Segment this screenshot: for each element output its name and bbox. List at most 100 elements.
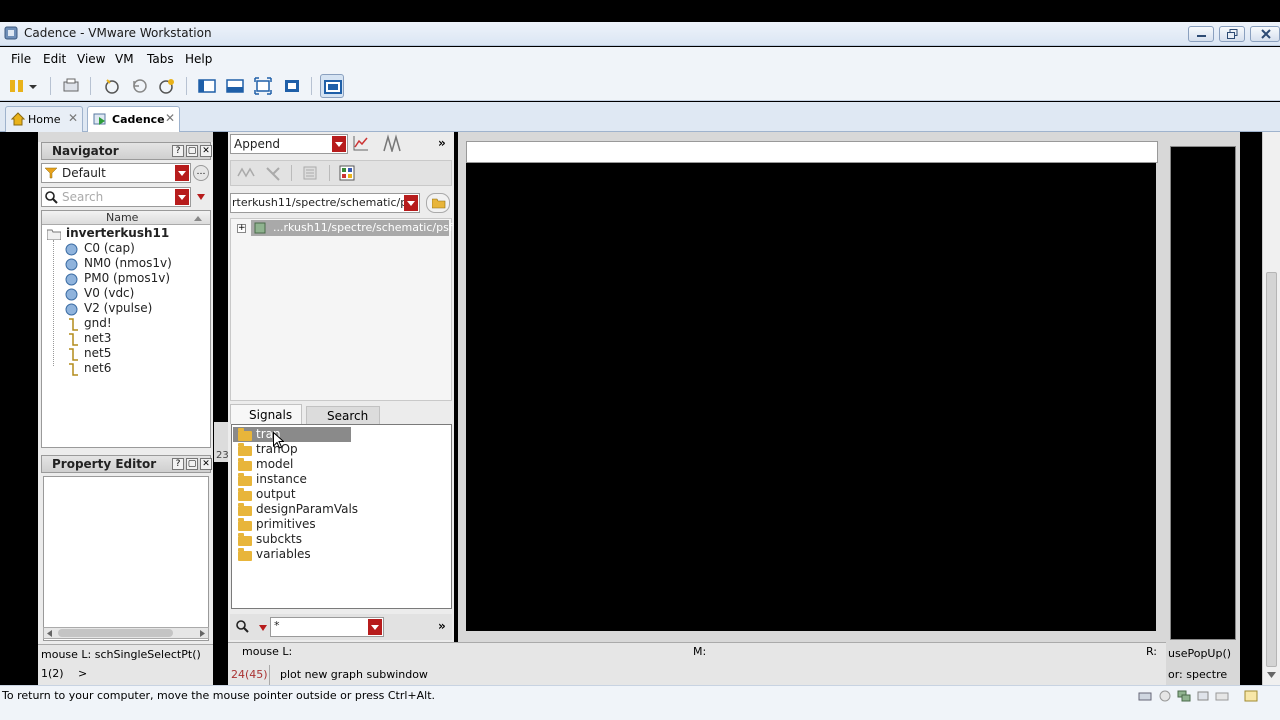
results-path-dropdown-button[interactable] — [404, 195, 418, 211]
signal-item[interactable]: subckts — [256, 532, 302, 546]
eye-diagram-icon[interactable] — [383, 134, 401, 152]
menu-tabs[interactable]: Tabs — [147, 52, 174, 66]
tab-signals-label: Signals — [249, 408, 293, 422]
scrollbar-thumb[interactable] — [58, 629, 173, 637]
search-options-icon[interactable] — [196, 193, 206, 201]
scroll-left-icon[interactable] — [46, 630, 53, 637]
message-log-icon[interactable] — [1244, 690, 1258, 702]
calculator-icon[interactable] — [265, 166, 281, 182]
tab-search[interactable]: Search — [306, 406, 380, 424]
signal-item[interactable]: primitives — [256, 517, 316, 531]
signal-item[interactable]: variables — [256, 547, 311, 561]
minimize-button[interactable] — [1188, 26, 1214, 42]
menu-file[interactable]: File — [11, 52, 31, 66]
unity-icon[interactable] — [283, 77, 301, 95]
tree-item[interactable]: net3 — [84, 331, 111, 345]
close-property-editor-icon[interactable]: ✕ — [200, 458, 212, 470]
schematic-editor-panel: Navigator ? ▢ ✕ Default … Search Name in… — [38, 132, 213, 685]
snapshot-icon[interactable] — [103, 77, 121, 95]
plot-mode-combo[interactable]: Append — [230, 134, 348, 154]
results-browser-panel: Append » rterkush11/spectre/schematic/ps… — [228, 132, 454, 685]
close-tab-cadence-icon[interactable]: ✕ — [165, 111, 175, 125]
console-view-button[interactable] — [320, 74, 344, 98]
undock-icon[interactable]: ▢ — [186, 458, 198, 470]
signal-item[interactable]: output — [256, 487, 296, 501]
restore-button[interactable] — [1219, 26, 1245, 42]
table-view-icon[interactable] — [339, 165, 355, 181]
signal-item[interactable]: instance — [256, 472, 307, 486]
property-editor-hscrollbar[interactable] — [43, 627, 209, 639]
hard-disk-icon[interactable] — [1138, 690, 1152, 702]
column-header-name[interactable]: Name — [42, 211, 210, 225]
tree-item[interactable]: V2 (vpulse) — [84, 301, 152, 315]
thumbnail-bar-icon[interactable] — [226, 77, 244, 95]
results-tree: + ...rkush11/spectre/schematic/psf — [230, 218, 453, 401]
navigator-filter-combo[interactable]: Default — [41, 163, 191, 183]
property-editor-header: Property Editor ? ▢ ✕ — [41, 455, 212, 473]
network-icon[interactable] — [1177, 690, 1191, 702]
tree-item[interactable]: net5 — [84, 346, 111, 360]
chevron-down-icon[interactable] — [28, 77, 38, 95]
tab-search-label: Search — [327, 409, 369, 423]
tree-item[interactable]: gnd! — [84, 316, 112, 330]
menu-vm[interactable]: VM — [115, 52, 134, 66]
filter-options-icon[interactable] — [259, 625, 267, 631]
filter-dropdown-button[interactable] — [175, 165, 189, 181]
usb-icon[interactable] — [1196, 690, 1210, 702]
tree-item[interactable]: net6 — [84, 361, 111, 375]
signal-item[interactable]: model — [256, 457, 293, 471]
menu-edit[interactable]: Edit — [43, 52, 66, 66]
scroll-right-icon[interactable] — [199, 630, 206, 637]
tree-item[interactable]: C0 (cap) — [84, 241, 135, 255]
send-keys-icon[interactable] — [62, 77, 80, 95]
navigator-title: Navigator — [52, 144, 119, 158]
plot-graph-icon[interactable] — [353, 135, 369, 151]
help-icon[interactable]: ? — [172, 145, 184, 157]
tree-expand-icon[interactable]: + — [237, 224, 246, 233]
more-options-icon[interactable]: » — [438, 619, 446, 633]
navigator-search-field[interactable]: Search — [41, 187, 191, 207]
waveform-icon[interactable] — [237, 166, 255, 180]
signal-item[interactable]: designParamVals — [256, 502, 358, 516]
tab-home[interactable]: Home ✕ — [5, 106, 83, 132]
sound-icon[interactable] — [1215, 690, 1229, 702]
scroll-down-icon[interactable] — [1267, 672, 1276, 679]
search-dropdown-button[interactable] — [175, 189, 189, 205]
folder-icon — [238, 488, 252, 501]
tree-item[interactable]: PM0 (pmos1v) — [84, 271, 170, 285]
close-tab-home-icon[interactable]: ✕ — [68, 111, 78, 125]
close-window-button[interactable] — [1250, 26, 1280, 42]
cd-drive-icon[interactable] — [1158, 690, 1172, 702]
results-tree-item[interactable]: ...rkush11/spectre/schematic/psf — [251, 220, 453, 236]
right-popup-status: usePopUp() — [1168, 647, 1232, 660]
close-navigator-icon[interactable]: ✕ — [200, 145, 212, 157]
revert-snapshot-icon[interactable] — [131, 77, 149, 95]
tab-signals[interactable]: Signals — [230, 404, 302, 424]
plot-mode-dropdown-button[interactable] — [332, 136, 346, 152]
tree-root-item[interactable]: inverterkush11 — [66, 226, 169, 240]
more-tools-icon[interactable]: » — [438, 136, 446, 150]
scrollbar-thumb[interactable] — [1266, 272, 1277, 667]
signals-filter-input[interactable]: * — [270, 617, 384, 637]
list-icon[interactable] — [303, 166, 317, 180]
tab-cadence[interactable]: Cadence ✕ — [87, 106, 180, 132]
browse-directory-button[interactable] — [426, 193, 450, 213]
graph-subwindow-canvas[interactable] — [466, 163, 1156, 631]
help-icon[interactable]: ? — [172, 458, 184, 470]
filter-options-button[interactable]: … — [193, 165, 209, 181]
signals-filter-dropdown-button[interactable] — [368, 619, 382, 635]
tree-item[interactable]: V0 (vdc) — [84, 286, 134, 300]
undock-icon[interactable]: ▢ — [186, 145, 198, 157]
viewer-mouse-middle: M: — [693, 645, 707, 658]
snapshot-manager-icon[interactable] — [158, 77, 176, 95]
guest-screen: Navigator ? ▢ ✕ Default … Search Name in… — [0, 132, 1280, 685]
guest-vertical-scrollbar[interactable] — [1262, 132, 1280, 685]
show-library-icon[interactable] — [198, 77, 216, 95]
full-screen-icon[interactable] — [254, 77, 272, 95]
menu-help[interactable]: Help — [185, 52, 212, 66]
results-path-combo[interactable]: rterkush11/spectre/schematic/psf — [230, 193, 420, 213]
tree-item[interactable]: NM0 (nmos1v) — [84, 256, 172, 270]
menu-view[interactable]: View — [77, 52, 105, 66]
search-icon[interactable] — [236, 620, 249, 633]
pause-icon[interactable] — [8, 77, 26, 95]
